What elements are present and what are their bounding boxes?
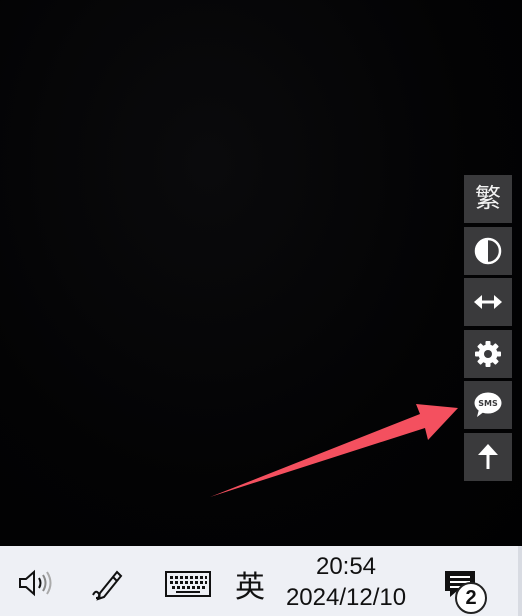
horizontal-arrows-icon [473, 292, 503, 312]
arrow-up-icon [476, 443, 500, 471]
notification-count-badge: 2 [455, 582, 487, 614]
volume-icon[interactable] [16, 568, 56, 598]
width-toggle-button[interactable] [464, 278, 512, 326]
side-toolbar: 繁 SMS [464, 175, 512, 484]
pen-icon[interactable] [88, 566, 128, 602]
contrast-button[interactable] [464, 226, 512, 275]
traditional-chinese-button[interactable]: 繁 [464, 175, 512, 223]
clock-date: 2024/12/10 [285, 584, 407, 611]
desktop-background [0, 0, 522, 546]
ime-indicator[interactable]: 英 [228, 564, 272, 605]
screen: 繁 SMS 英 20:54 2024/12/10 2 [0, 0, 522, 616]
sms-icon-label: SMS [478, 399, 498, 408]
back-to-top-button[interactable] [464, 432, 512, 481]
settings-button[interactable] [464, 329, 512, 378]
show-desktop-strip[interactable] [518, 546, 522, 616]
keyboard-icon[interactable] [164, 570, 212, 598]
taskbar: 英 20:54 2024/12/10 2 [0, 546, 522, 616]
sms-button[interactable]: SMS [464, 381, 512, 429]
clock[interactable]: 20:54 2024/12/10 [276, 552, 416, 616]
gear-icon [474, 340, 502, 368]
clock-time: 20:54 [315, 553, 377, 580]
contrast-icon [474, 237, 502, 265]
sms-bubble-icon: SMS [473, 391, 503, 419]
traditional-chinese-icon: 繁 [474, 184, 501, 214]
